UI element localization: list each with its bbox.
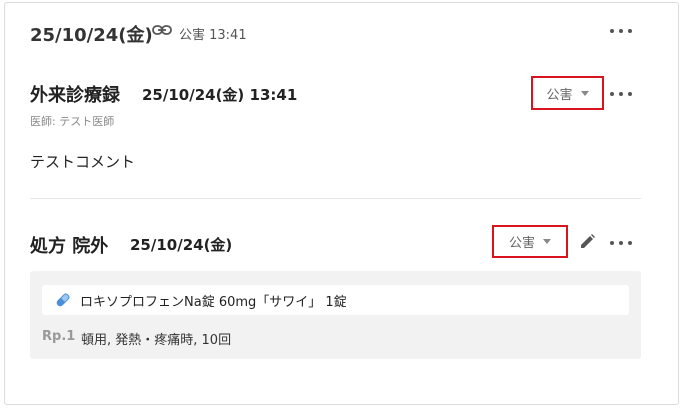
- record-comment: テストコメント: [30, 153, 136, 171]
- pill-icon: [56, 292, 71, 307]
- record-datetime: 25/10/24(金) 13:41: [142, 86, 298, 104]
- caret-down-icon: [580, 90, 589, 96]
- header-date: 25/10/24(金): [30, 25, 153, 46]
- prescription-title: 処方 院外: [30, 236, 109, 257]
- header-more-icon[interactable]: [610, 24, 632, 38]
- header-meta: 公害 13:41: [179, 28, 247, 43]
- record-category-dropdown[interactable]: 公害: [531, 76, 604, 110]
- record-more-icon[interactable]: [610, 87, 632, 101]
- record-card: 25/10/24(金) 公害 13:41 外来診療録 25/10/24(金) 1…: [4, 2, 679, 405]
- section-divider: [30, 198, 641, 199]
- record-title: 外来診療録: [30, 85, 120, 106]
- caret-down-icon: [543, 239, 551, 244]
- doctor-name: 医師: テスト医師: [30, 115, 115, 128]
- prescription-category-value: 公害: [508, 236, 535, 251]
- medicine-row[interactable]: ロキソプロフェンNa錠 60mg「サワイ」 1錠: [42, 285, 629, 315]
- record-category-value: 公害: [546, 87, 573, 103]
- medicine-name: ロキソプロフェンNa錠 60mg「サワイ」 1錠: [80, 294, 347, 310]
- prescription-date: 25/10/24(金): [130, 236, 233, 254]
- link-icon[interactable]: [152, 23, 172, 37]
- rp-usage: 頓用, 発熱・疼痛時, 10回: [81, 333, 232, 348]
- edit-pencil-icon[interactable]: [578, 233, 596, 251]
- prescription-more-icon[interactable]: [610, 236, 632, 250]
- rp-label: Rp.1: [42, 329, 76, 344]
- prescription-category-dropdown[interactable]: 公害: [492, 225, 568, 258]
